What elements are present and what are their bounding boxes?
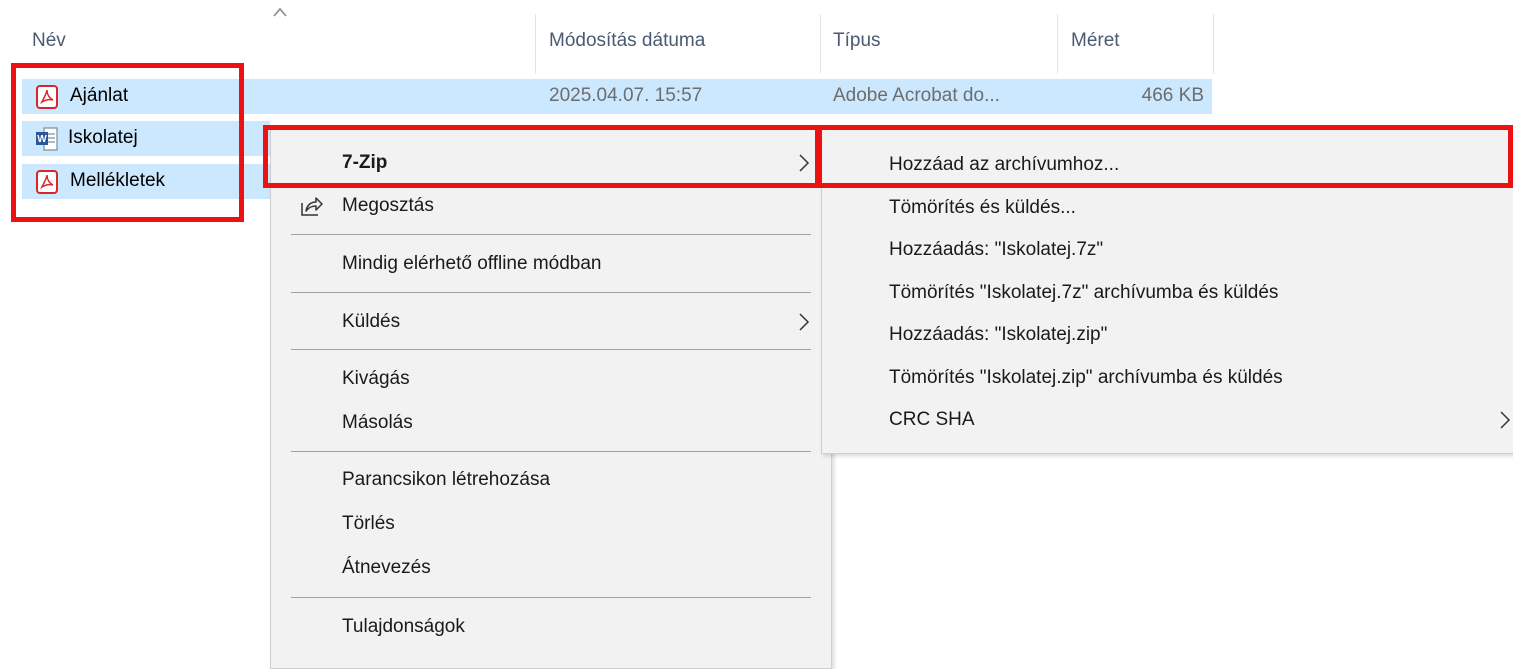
menu-item-offline[interactable]: Mindig elérhető offline módban bbox=[271, 242, 831, 286]
file-name: Iskolatej bbox=[68, 127, 138, 148]
menu-item-rename[interactable]: Átnevezés bbox=[271, 546, 831, 590]
menu-item-label: Mindig elérhető offline módban bbox=[342, 253, 602, 274]
pdf-icon bbox=[36, 85, 58, 109]
menu-item-label: Parancsikon létrehozása bbox=[342, 469, 551, 490]
chevron-right-icon bbox=[799, 313, 810, 331]
submenu-item-label: Tömörítés és küldés... bbox=[889, 197, 1076, 218]
menu-item-label: Tulajdonságok bbox=[342, 616, 465, 637]
menu-item-7zip[interactable]: 7-Zip bbox=[271, 141, 831, 185]
file-row[interactable]: W Iskolatej bbox=[22, 121, 270, 156]
submenu-item-label: Tömörítés "Iskolatej.7z" archívumba és k… bbox=[889, 282, 1279, 303]
file-name: Ajánlat bbox=[70, 85, 129, 106]
file-row[interactable]: Ajánlat 2025.04.07. 15:57 Adobe Acrobat … bbox=[22, 79, 1212, 114]
column-divider[interactable] bbox=[1057, 14, 1058, 74]
menu-separator bbox=[291, 597, 811, 598]
submenu-item-add-to-archive[interactable]: Hozzáad az archívumhoz... bbox=[822, 145, 1513, 185]
chevron-right-icon bbox=[799, 154, 810, 172]
file-name: Mellékletek bbox=[70, 170, 166, 191]
submenu-item-compress-and-email[interactable]: Tömörítés és küldés... bbox=[822, 188, 1513, 228]
menu-item-label: 7-Zip bbox=[342, 152, 388, 173]
file-type: Adobe Acrobat do... bbox=[833, 85, 1000, 106]
submenu-item-compress-7z-and-email[interactable]: Tömörítés "Iskolatej.7z" archívumba és k… bbox=[822, 273, 1513, 313]
file-modified: 2025.04.07. 15:57 bbox=[549, 85, 703, 106]
menu-item-share[interactable]: Megosztás bbox=[271, 184, 831, 228]
menu-item-cut[interactable]: Kivágás bbox=[271, 357, 831, 401]
menu-item-create-shortcut[interactable]: Parancsikon létrehozása bbox=[271, 458, 831, 502]
menu-item-label: Törlés bbox=[342, 513, 395, 534]
submenu-item-add-to-7z[interactable]: Hozzáadás: "Iskolatej.7z" bbox=[822, 230, 1513, 270]
submenu-item-label: CRC SHA bbox=[889, 409, 975, 430]
menu-item-label: Átnevezés bbox=[342, 557, 431, 578]
column-modified[interactable]: Módosítás dátuma bbox=[549, 30, 705, 52]
column-divider[interactable] bbox=[1213, 14, 1214, 74]
submenu-item-label: Hozzáad az archívumhoz... bbox=[889, 154, 1120, 175]
column-divider[interactable] bbox=[535, 14, 536, 74]
pdf-icon bbox=[36, 170, 58, 194]
menu-item-send-to[interactable]: Küldés bbox=[271, 300, 831, 344]
menu-separator bbox=[291, 234, 811, 235]
menu-item-delete[interactable]: Törlés bbox=[271, 502, 831, 546]
chevron-right-icon bbox=[1500, 411, 1511, 429]
submenu-item-label: Tömörítés "Iskolatej.zip" archívumba és … bbox=[889, 367, 1283, 388]
menu-separator bbox=[291, 349, 811, 350]
column-type[interactable]: Típus bbox=[833, 30, 881, 52]
submenu-7zip: Hozzáad az archívumhoz... Tömörítés és k… bbox=[821, 127, 1513, 454]
submenu-item-crc-sha[interactable]: CRC SHA bbox=[822, 400, 1513, 440]
column-header: Név Módosítás dátuma Típus Méret bbox=[0, 0, 1513, 80]
menu-item-label: Megosztás bbox=[342, 195, 434, 216]
column-divider[interactable] bbox=[820, 14, 821, 74]
submenu-item-label: Hozzáadás: "Iskolatej.7z" bbox=[889, 239, 1104, 260]
share-icon bbox=[301, 197, 323, 216]
menu-item-label: Másolás bbox=[342, 412, 413, 433]
context-menu: 7-Zip Megosztás Mindig elérhető offline … bbox=[270, 127, 832, 669]
menu-item-label: Kivágás bbox=[342, 368, 410, 389]
submenu-item-label: Hozzáadás: "Iskolatej.zip" bbox=[889, 324, 1108, 345]
column-size[interactable]: Méret bbox=[1071, 30, 1120, 52]
menu-separator bbox=[291, 451, 811, 452]
menu-separator bbox=[291, 292, 811, 293]
column-name[interactable]: Név bbox=[32, 30, 66, 52]
submenu-item-compress-zip-and-email[interactable]: Tömörítés "Iskolatej.zip" archívumba és … bbox=[822, 358, 1513, 398]
file-size: 466 KB bbox=[1141, 85, 1204, 106]
sort-ascending-icon[interactable] bbox=[272, 6, 288, 18]
word-document-icon: W bbox=[36, 127, 58, 151]
menu-item-label: Küldés bbox=[342, 311, 401, 332]
menu-item-properties[interactable]: Tulajdonságok bbox=[271, 605, 831, 649]
svg-text:W: W bbox=[37, 134, 47, 145]
menu-item-copy[interactable]: Másolás bbox=[271, 401, 831, 445]
submenu-item-add-to-zip[interactable]: Hozzáadás: "Iskolatej.zip" bbox=[822, 315, 1513, 355]
file-row[interactable]: Mellékletek bbox=[22, 164, 270, 199]
